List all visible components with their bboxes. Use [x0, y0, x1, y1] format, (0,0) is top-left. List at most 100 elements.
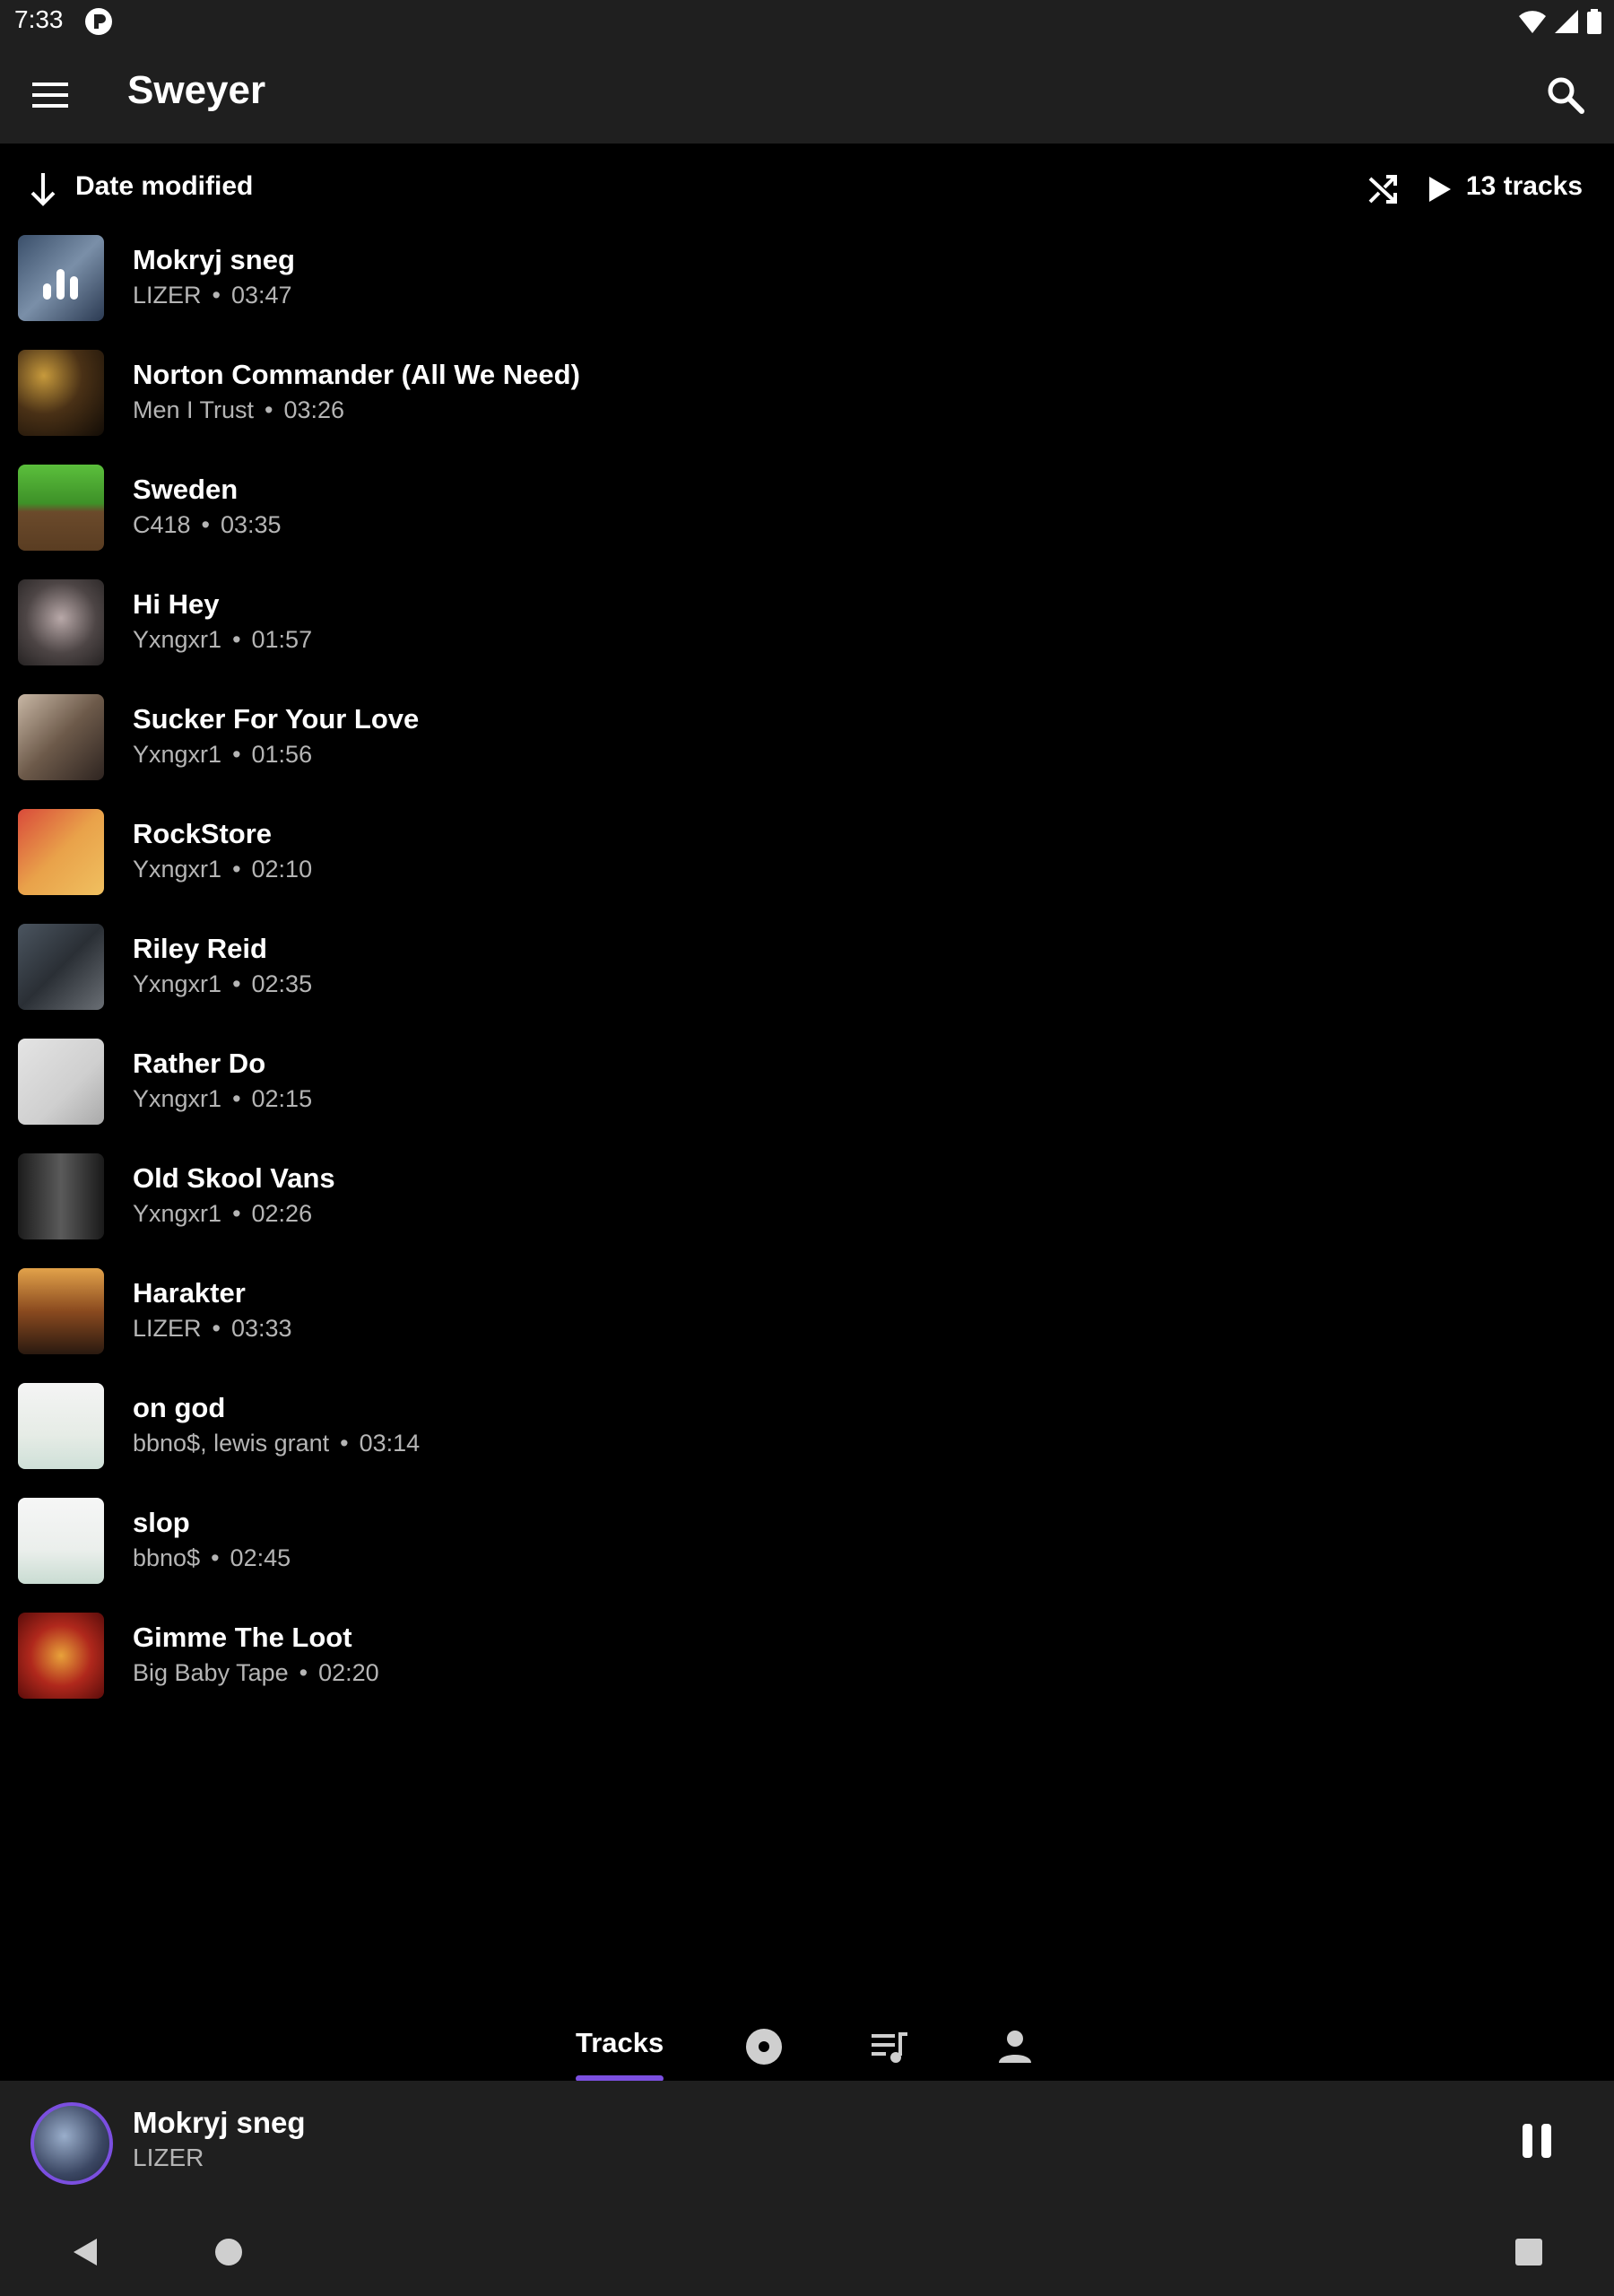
track-artist: C418: [133, 511, 191, 538]
track-artist: bbno$: [133, 1544, 201, 1571]
status-bar: 7:33: [0, 0, 1614, 45]
track-count: 13 tracks: [1465, 171, 1583, 201]
artist-icon[interactable]: [995, 2027, 1035, 2066]
track-title: Harakter: [133, 1277, 246, 1309]
album-cover: [18, 1039, 104, 1125]
track-title: Gimme The Loot: [133, 1622, 352, 1653]
track-item[interactable]: Norton Commander (All We Need) Men I Tru…: [0, 343, 1614, 457]
track-duration: 02:26: [251, 1200, 313, 1227]
now-playing-title: Mokryj sneg: [133, 2106, 306, 2139]
track-item[interactable]: Sweden C418 • 03:35: [0, 457, 1614, 572]
track-title: Rather Do: [133, 1048, 266, 1079]
album-cover: [18, 809, 104, 895]
track-subtitle: Yxngxr1 • 01:56: [133, 741, 313, 768]
track-item[interactable]: Rather Do Yxngxr1 • 02:15: [0, 1031, 1614, 1146]
track-artist: Yxngxr1: [133, 1085, 222, 1112]
track-artist: Yxngxr1: [133, 1200, 222, 1227]
album-cover: [18, 1613, 104, 1699]
track-duration: 03:47: [230, 282, 292, 309]
album-cover: [18, 579, 104, 665]
track-item[interactable]: Sucker For Your Love Yxngxr1 • 01:56: [0, 687, 1614, 802]
album-cover: [18, 1383, 104, 1469]
album-cover: [18, 1268, 104, 1354]
now-playing-artist: LIZER: [133, 2144, 204, 2171]
status-time: 7:33: [14, 5, 64, 33]
track-item[interactable]: slop bbno$ • 02:45: [0, 1491, 1614, 1605]
shuffle-icon[interactable]: [1365, 171, 1401, 207]
playlist-icon[interactable]: [870, 2027, 909, 2066]
menu-icon[interactable]: [27, 75, 74, 115]
track-duration: 03:26: [283, 396, 345, 423]
track-item[interactable]: Harakter LIZER • 03:33: [0, 1261, 1614, 1376]
track-artist: bbno$, lewis grant: [133, 1430, 330, 1457]
status-icons: [1519, 9, 1601, 34]
track-artist: LIZER: [133, 1315, 202, 1342]
track-title: Riley Reid: [133, 933, 267, 964]
album-cover: [18, 924, 104, 1010]
app-title: Sweyer: [127, 68, 266, 112]
track-title: on god: [133, 1392, 226, 1423]
track-duration: 02:20: [318, 1659, 379, 1686]
now-playing-art: [30, 2102, 113, 2185]
recents-icon[interactable]: [1514, 2237, 1544, 2267]
sort-label[interactable]: Date modified: [75, 171, 253, 202]
app-bar: Sweyer: [0, 45, 1614, 144]
track-duration: 02:10: [251, 856, 313, 883]
track-subtitle: Yxngxr1 • 01:57: [133, 626, 313, 653]
track-subtitle: Big Baby Tape • 02:20: [133, 1659, 379, 1686]
track-title: Sucker For Your Love: [133, 703, 420, 735]
track-item[interactable]: on god bbno$, lewis grant • 03:14: [0, 1376, 1614, 1491]
search-icon[interactable]: [1542, 72, 1589, 118]
signal-icon: [1555, 10, 1578, 33]
album-cover: [18, 465, 104, 551]
tab-tracks[interactable]: Tracks: [576, 2027, 664, 2059]
track-artist: Yxngxr1: [133, 856, 222, 883]
track-subtitle: LIZER • 03:33: [133, 1315, 292, 1342]
track-artist: Men I Trust: [133, 396, 255, 423]
album-cover: [18, 235, 104, 321]
album-cover: [18, 350, 104, 436]
equalizer-icon: [43, 264, 78, 300]
track-subtitle: Yxngxr1 • 02:15: [133, 1085, 313, 1112]
track-title: slop: [133, 1507, 190, 1538]
back-icon[interactable]: [70, 2237, 100, 2267]
track-item[interactable]: Gimme The Loot Big Baby Tape • 02:20: [0, 1605, 1614, 1720]
track-artist: Yxngxr1: [133, 741, 222, 768]
track-item[interactable]: Old Skool Vans Yxngxr1 • 02:26: [0, 1146, 1614, 1261]
album-cover: [18, 1498, 104, 1584]
album-cover: [18, 694, 104, 780]
track-duration: 03:14: [359, 1430, 421, 1457]
track-title: Hi Hey: [133, 588, 220, 620]
album-icon[interactable]: [744, 2027, 784, 2066]
track-artist: LIZER: [133, 282, 202, 309]
track-item[interactable]: Mokryj sneg LIZER • 03:47: [0, 228, 1614, 343]
track-duration: 02:15: [251, 1085, 313, 1112]
track-item[interactable]: Hi Hey Yxngxr1 • 01:57: [0, 572, 1614, 687]
track-subtitle: C418 • 03:35: [133, 511, 282, 538]
track-duration: 02:45: [230, 1544, 291, 1571]
track-title: Norton Commander (All We Need): [133, 359, 580, 390]
album-cover: [18, 1153, 104, 1239]
track-duration: 03:35: [221, 511, 282, 538]
track-title: Old Skool Vans: [133, 1162, 335, 1194]
track-artist: Big Baby Tape: [133, 1659, 289, 1686]
mini-player[interactable]: Mokryj sneg LIZER: [0, 2081, 1614, 2206]
play-icon[interactable]: [1420, 171, 1456, 207]
app-notification-icon: [85, 8, 112, 35]
battery-icon: [1587, 9, 1601, 34]
pause-icon[interactable]: [1521, 2120, 1553, 2161]
bottom-tab-bar: Tracks: [0, 2009, 1614, 2082]
track-subtitle: Yxngxr1 • 02:35: [133, 970, 313, 997]
track-title: Mokryj sneg: [133, 244, 295, 275]
track-list: Mokryj sneg LIZER • 03:47 Norton Commander…: [0, 228, 1614, 1720]
track-item[interactable]: RockStore Yxngxr1 • 02:10: [0, 802, 1614, 917]
track-duration: 01:56: [251, 741, 313, 768]
track-artist: Yxngxr1: [133, 626, 222, 653]
track-subtitle: bbno$ • 02:45: [133, 1544, 291, 1571]
track-item[interactable]: Riley Reid Yxngxr1 • 02:35: [0, 917, 1614, 1031]
system-nav-bar: [0, 2206, 1614, 2296]
track-artist: Yxngxr1: [133, 970, 222, 997]
track-duration: 01:57: [251, 626, 313, 653]
home-icon[interactable]: [213, 2237, 244, 2267]
sort-arrow-icon[interactable]: [27, 170, 59, 209]
